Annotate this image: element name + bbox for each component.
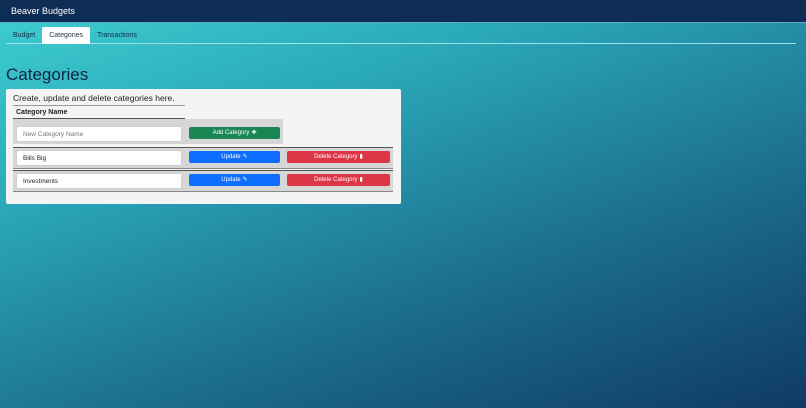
tab-budget[interactable]: Budget [6,27,42,44]
delete-category-button[interactable]: Delete Category ▮ [287,174,390,186]
plus-icon: ✚ [251,130,257,136]
delete-category-label: Delete Category [314,154,358,160]
category-name-input[interactable]: Investments [16,173,182,189]
category-name-input[interactable]: Bills Big [16,150,182,166]
page-description: Create, update and delete categories her… [13,93,175,103]
edit-icon: ✎ [242,154,248,160]
update-button[interactable]: Update ✎ [189,151,280,163]
tab-categories[interactable]: Categories [42,27,91,44]
new-category-input[interactable]: New Category Name [16,126,182,142]
add-category-label: Add Category [212,130,250,136]
brand-title[interactable]: Beaver Budgets [11,6,75,16]
column-header-label: Category Name [16,108,68,116]
update-label: Update [221,154,241,160]
trash-icon: ▮ [359,154,363,160]
update-button[interactable]: Update ✎ [189,174,280,186]
delete-category-label: Delete Category [314,177,358,183]
edit-icon: ✎ [242,177,248,183]
delete-category-button[interactable]: Delete Category ▮ [287,151,390,163]
page-title: Categories [6,65,89,84]
column-header-category-name: Category Name [13,105,185,119]
categories-card: Create, update and delete categories her… [6,89,401,204]
tab-bar: Budget Categories Transactions [6,27,796,44]
navbar: Beaver Budgets [0,0,806,23]
tab-transactions[interactable]: Transactions [90,27,144,44]
update-label: Update [221,177,241,183]
trash-icon: ▮ [359,177,363,183]
add-category-button[interactable]: Add Category ✚ [189,127,280,139]
